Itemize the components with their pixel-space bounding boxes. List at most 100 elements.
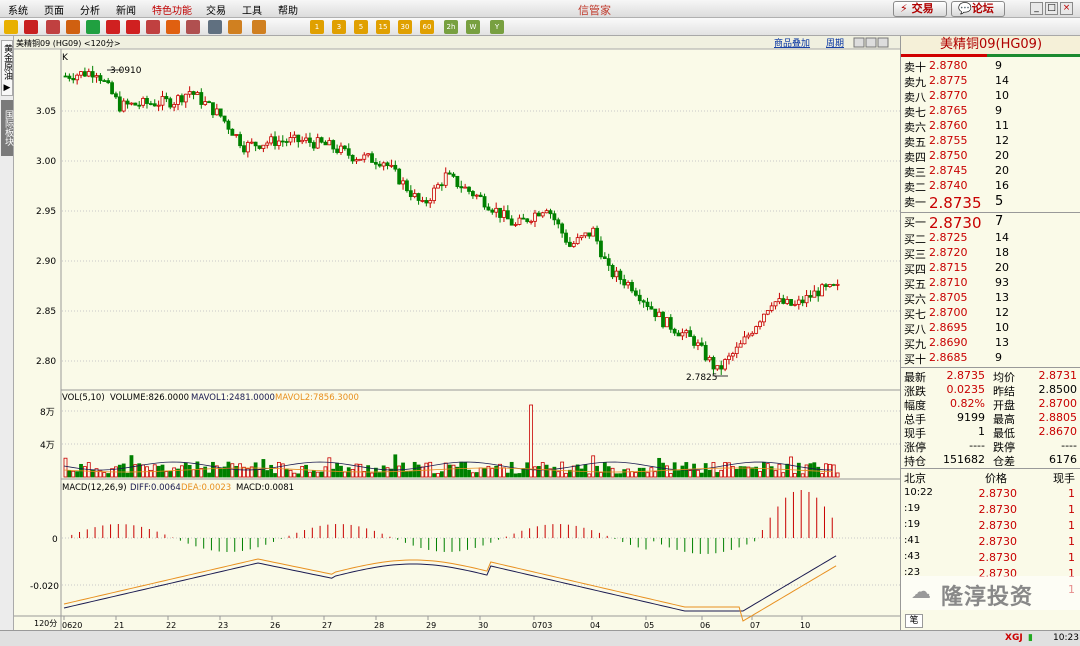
ask-volume: 14	[995, 74, 1009, 87]
volume-bar	[238, 463, 243, 478]
menu-tools[interactable]: 工具	[242, 2, 262, 17]
menu-news[interactable]: 新闻	[116, 2, 136, 17]
layout-icon[interactable]	[853, 37, 865, 48]
period-15-icon[interactable]: 15	[376, 20, 390, 34]
quote-title[interactable]: 美精铜09(HG09)	[901, 36, 1080, 54]
candle-body	[63, 75, 68, 78]
candle-body	[808, 295, 813, 298]
bid-price: 2.8690	[929, 336, 968, 349]
zoom-in-icon[interactable]	[106, 20, 120, 34]
menu-features[interactable]: 特色功能	[152, 2, 192, 17]
candle-body	[536, 212, 541, 217]
candle-body	[645, 301, 650, 308]
overlay-link[interactable]: 商品叠加	[774, 37, 810, 49]
forum-button[interactable]: 💬论坛	[951, 1, 1005, 17]
volume-bar	[470, 472, 475, 478]
sidebar-tab-international[interactable]: 国际板块	[1, 100, 13, 156]
wizard-icon[interactable]	[166, 20, 180, 34]
zoom-out-icon[interactable]	[126, 20, 140, 34]
video-icon[interactable]	[66, 20, 80, 34]
candle-body	[785, 299, 790, 304]
candle-body	[187, 91, 192, 95]
year-icon[interactable]: Y	[490, 20, 504, 34]
expand-icon[interactable]	[865, 37, 877, 48]
candle-body	[350, 154, 355, 162]
volume-bar	[668, 473, 673, 478]
vol-tick-label: 8万	[40, 408, 55, 418]
candle-body	[253, 141, 258, 147]
candle-body	[300, 139, 305, 143]
low-marker: 2.7825	[686, 373, 718, 383]
volume-bar	[385, 467, 390, 478]
bid-volume: 20	[995, 261, 1009, 274]
list-icon[interactable]	[208, 20, 222, 34]
bid-volume: 12	[995, 306, 1009, 319]
volume-bar	[610, 467, 615, 478]
candle-body	[172, 104, 177, 108]
filter-icon[interactable]	[186, 20, 200, 34]
candle-body	[517, 217, 522, 225]
candle-body	[680, 332, 685, 337]
fullscreen-icon[interactable]	[877, 37, 889, 48]
candle-body	[160, 96, 165, 106]
stat-value: 1	[978, 425, 985, 438]
menu-help[interactable]: 帮助	[278, 2, 298, 17]
candle-body	[327, 140, 332, 146]
period-120-icon[interactable]: 2h	[444, 20, 458, 34]
trade-button[interactable]: ⚡ 交易	[893, 1, 947, 17]
volume-bar	[311, 470, 316, 478]
close-button[interactable]: ×	[1060, 2, 1073, 15]
tick-row: :41 2.8730 1	[901, 535, 1080, 550]
tick-icon[interactable]	[252, 20, 266, 34]
volume-bar	[688, 470, 693, 478]
period-60-icon[interactable]: 60	[420, 20, 434, 34]
maximize-button[interactable]: □	[1045, 2, 1058, 15]
pen-icon[interactable]	[146, 20, 160, 34]
candle-body	[354, 159, 359, 162]
macd-tick-label: 0	[52, 535, 58, 545]
menu-analysis[interactable]: 分析	[80, 2, 100, 17]
ask-label: 卖三	[904, 166, 926, 179]
volume-bar	[564, 472, 568, 478]
period-3-icon[interactable]: 3	[332, 20, 346, 34]
volume-bar	[172, 467, 177, 478]
week-icon[interactable]: W	[466, 20, 480, 34]
minimize-button[interactable]: _	[1030, 2, 1043, 15]
refresh-icon[interactable]	[86, 20, 100, 34]
candle-body	[393, 164, 398, 170]
sidebar-tab-gold-oil[interactable]: 黄金原油 ▶	[1, 40, 13, 96]
menu-page[interactable]: 页面	[44, 2, 64, 17]
candle-body	[796, 299, 801, 305]
ask-price: 2.8780	[929, 59, 968, 72]
volume-bar	[812, 462, 817, 478]
bid-row: 买二 2.8725 14	[901, 231, 1080, 246]
period-link[interactable]: 周期	[826, 38, 844, 49]
bid-row: 买一 2.8730 7	[901, 214, 1080, 232]
notes-icon[interactable]	[228, 20, 242, 34]
menu-trade[interactable]: 交易	[206, 2, 226, 17]
chart-svg[interactable]: 美精铜09 (HG09) <120分> 商品叠加 周期 K VOL(5,10) …	[14, 36, 900, 630]
period-5-icon[interactable]: 5	[354, 20, 368, 34]
date-label: 07	[750, 621, 760, 630]
menu-system[interactable]: 系统	[8, 2, 28, 17]
bid-row: 买五 2.8710 93	[901, 276, 1080, 291]
candle-body	[156, 104, 161, 107]
volume-bar	[599, 471, 603, 478]
date-label: 23	[218, 621, 228, 630]
candle-body	[467, 186, 471, 192]
chart-icon[interactable]	[46, 20, 60, 34]
candle-body	[824, 284, 828, 287]
period-30-icon[interactable]: 30	[398, 20, 412, 34]
ask-row: 卖五 2.8755 12	[901, 134, 1080, 149]
candle-body	[276, 140, 281, 146]
tick-tab[interactable]: 笔	[905, 614, 923, 628]
home-icon[interactable]	[24, 20, 38, 34]
back-icon[interactable]	[4, 20, 18, 34]
volume-bar	[168, 470, 173, 478]
status-logo: XGJ	[1005, 633, 1023, 643]
chart-area[interactable]: 美精铜09 (HG09) <120分> 商品叠加 周期 K VOL(5,10) …	[14, 36, 900, 630]
period-1-icon[interactable]: 1	[310, 20, 324, 34]
candle-body	[633, 290, 638, 296]
volume-bar	[276, 461, 281, 478]
volume-bar	[696, 469, 700, 478]
